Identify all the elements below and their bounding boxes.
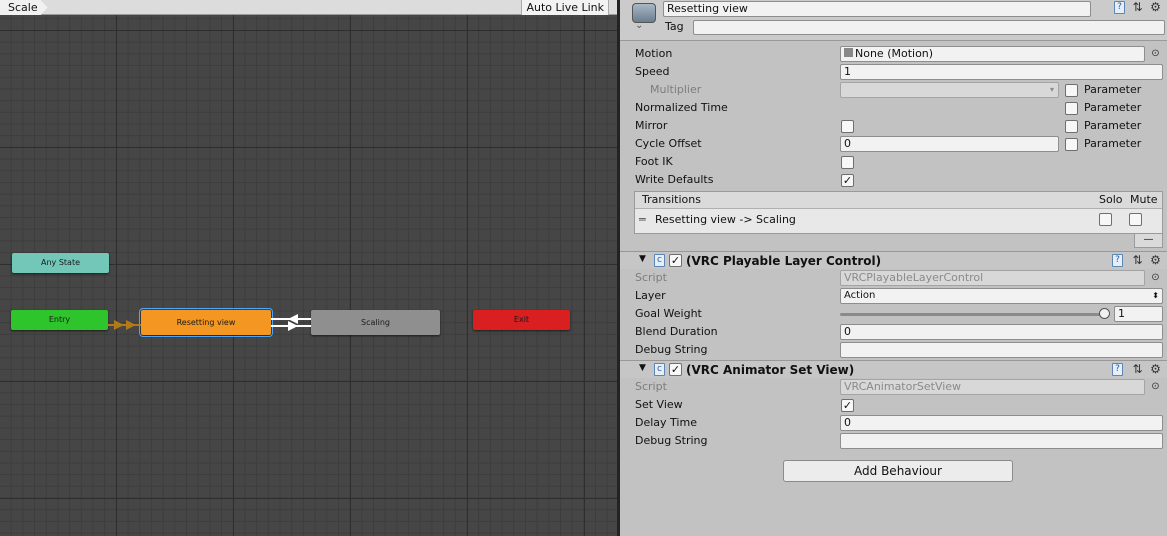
gear-icon[interactable]: ⚙	[1150, 363, 1161, 375]
goal-weight-slider-thumb[interactable]	[1099, 308, 1110, 319]
script-field: VRCAnimatorSetView	[840, 379, 1145, 395]
mirror-checkbox[interactable]	[841, 120, 854, 133]
motion-value: None (Motion)	[855, 47, 934, 60]
state-name-field[interactable]: Resetting view	[663, 1, 1091, 17]
set-view-label: Set View	[635, 398, 683, 411]
normalized-time-label: Normalized Time	[635, 101, 728, 114]
component-header-set-view[interactable]: ▼ c ✓ (VRC Animator Set View) ? ⇅ ⚙	[620, 360, 1167, 378]
goal-weight-field[interactable]: 1	[1114, 306, 1163, 322]
goal-weight-label: Goal Weight	[635, 307, 702, 320]
blend-duration-field[interactable]: 0	[840, 324, 1163, 340]
normalized-time-parameter-checkbox[interactable]	[1065, 102, 1078, 115]
entry-arrow-head	[114, 320, 124, 330]
write-defaults-label: Write Defaults	[635, 173, 714, 186]
script-field: VRCPlayableLayerControl	[840, 270, 1145, 286]
preset-icon[interactable]: ⇅	[1132, 1, 1143, 13]
debug-string-label: Debug String	[635, 434, 708, 447]
tag-field[interactable]	[693, 20, 1165, 35]
cycle-offset-label: Cycle Offset	[635, 137, 702, 150]
transition-arrows	[108, 314, 311, 331]
layer-dropdown[interactable]: Action ⬍	[840, 288, 1163, 304]
inspector-panel: ⌄ Resetting view ? ⇅ ⚙ Tag Motion None (…	[620, 0, 1167, 536]
gear-icon[interactable]: ⚙	[1150, 254, 1161, 266]
cycle-offset-parameter-label: Parameter	[1084, 137, 1142, 150]
help-book-icon[interactable]: ?	[1114, 1, 1125, 14]
multiplier-parameter-checkbox[interactable]	[1065, 84, 1078, 97]
speed-label: Speed	[635, 65, 670, 78]
collapse-triangle-icon[interactable]: ▼	[639, 363, 646, 373]
goal-weight-slider-track[interactable]	[840, 313, 1105, 316]
mirror-parameter-checkbox[interactable]	[1065, 120, 1078, 133]
delay-time-field[interactable]: 0	[840, 415, 1163, 431]
delay-time-label: Delay Time	[635, 416, 697, 429]
layer-value: Action	[844, 290, 876, 301]
blend-duration-label: Blend Duration	[635, 325, 718, 338]
normalized-time-parameter-label: Parameter	[1084, 101, 1142, 114]
foot-ik-label: Foot IK	[635, 155, 673, 168]
transitions-list: Transitions Solo Mute ═ Resetting view -…	[634, 191, 1163, 234]
foldout-icon: ⌄	[635, 20, 644, 31]
script-label: Script	[635, 380, 667, 393]
transition-solo-checkbox[interactable]	[1099, 213, 1112, 226]
preset-icon[interactable]: ⇅	[1132, 254, 1143, 266]
preset-icon[interactable]: ⇅	[1132, 363, 1143, 375]
inspector-header: ⌄ Resetting view ? ⇅ ⚙ Tag	[620, 0, 1167, 41]
layer-label: Layer	[635, 289, 666, 302]
multiplier-parameter-label: Parameter	[1084, 83, 1142, 96]
transition-row[interactable]: ═ Resetting view -> Scaling	[635, 208, 1162, 233]
component-title: (VRC Playable Layer Control)	[686, 254, 882, 268]
transition-mute-checkbox[interactable]	[1129, 213, 1142, 226]
transition-item-label: Resetting view -> Scaling	[655, 213, 796, 226]
multiplier-label: Multiplier	[650, 83, 702, 96]
help-book-icon[interactable]: ?	[1112, 254, 1123, 267]
component-header-playable-layer[interactable]: ▼ c ✓ (VRC Playable Layer Control) ? ⇅ ⚙	[620, 251, 1167, 269]
debug-string-field[interactable]	[840, 342, 1163, 358]
dropdown-arrow-icon: ⬍	[1152, 291, 1159, 300]
entry-arrow-head-2	[126, 320, 136, 330]
motion-asset-icon	[844, 48, 853, 57]
script-icon: c	[654, 363, 665, 376]
animator-graph[interactable]: Scale Auto Live Link Any State Entry Res…	[0, 0, 617, 536]
debug-string-field[interactable]	[840, 433, 1163, 449]
script-label: Script	[635, 271, 667, 284]
motion-field[interactable]: None (Motion)	[840, 46, 1145, 62]
set-view-checkbox[interactable]: ✓	[841, 399, 854, 412]
component-title: (VRC Animator Set View)	[686, 363, 855, 377]
collapse-triangle-icon[interactable]: ▼	[639, 254, 646, 264]
debug-string-label: Debug String	[635, 343, 708, 356]
object-picker-icon[interactable]: ⊙	[1150, 272, 1161, 283]
tag-label: Tag	[665, 20, 684, 33]
script-icon: c	[654, 254, 665, 267]
transitions-header: Transitions	[642, 193, 701, 206]
object-picker-icon[interactable]: ⊙	[1150, 381, 1161, 392]
speed-field[interactable]: 1	[840, 64, 1163, 80]
add-behaviour-button[interactable]: Add Behaviour	[783, 460, 1013, 482]
write-defaults-checkbox[interactable]: ✓	[841, 174, 854, 187]
dropdown-arrow-icon: ▾	[1049, 85, 1054, 94]
gear-icon[interactable]: ⚙	[1150, 1, 1161, 13]
component-enabled-checkbox[interactable]: ✓	[669, 363, 682, 376]
solo-header: Solo	[1099, 193, 1123, 206]
mute-header: Mute	[1130, 193, 1158, 206]
cycle-offset-parameter-checkbox[interactable]	[1065, 138, 1078, 151]
mirror-label: Mirror	[635, 119, 668, 132]
help-book-icon[interactable]: ?	[1112, 363, 1123, 376]
remove-transition-button[interactable]: —	[1134, 234, 1163, 248]
cycle-offset-field[interactable]: 0	[840, 136, 1059, 152]
component-enabled-checkbox[interactable]: ✓	[669, 254, 682, 267]
object-picker-icon[interactable]: ⊙	[1150, 48, 1161, 59]
foot-ik-checkbox[interactable]	[841, 156, 854, 169]
mirror-parameter-label: Parameter	[1084, 119, 1142, 132]
motion-label: Motion	[635, 47, 673, 60]
drag-handle-icon[interactable]: ═	[639, 213, 646, 227]
multiplier-dropdown: ▾	[840, 82, 1059, 98]
